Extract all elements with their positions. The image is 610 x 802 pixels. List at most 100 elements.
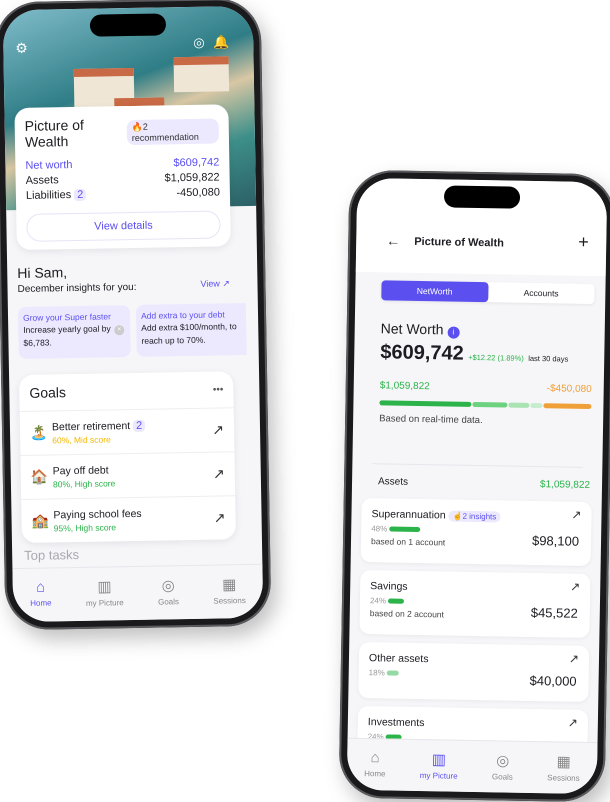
left-phone: ⚙ ◎ 🔔 Picture of Wealth 🔥2 recommendatio… — [0, 0, 272, 631]
tab-label: Home — [30, 598, 52, 608]
tab-home[interactable]: ⌂ Home — [364, 749, 386, 790]
asset-card[interactable]: Superannuation ☝️2 insights 48% based on 1… — [360, 497, 592, 566]
tab-sessions[interactable]: ▦ Sessions — [213, 575, 246, 619]
goal-name: Better retirement — [51, 419, 131, 433]
open-arrow-icon[interactable]: ↗ — [570, 580, 580, 594]
sessions-icon: ▦ — [556, 753, 571, 771]
open-arrow-icon[interactable]: ↗ — [569, 652, 579, 666]
asset-card[interactable]: Savings 24% based on 2 account ↗ $45,522 — [359, 569, 591, 638]
change-value: +$12.22 (1.89%) — [468, 352, 524, 363]
liabilities-total: -$450,080 — [546, 383, 592, 395]
tab-goals[interactable]: ◎ Goals — [158, 576, 180, 619]
bar-segment — [543, 403, 592, 409]
asset-pct: 18% — [368, 668, 385, 678]
tab-home[interactable]: ⌂ Home — [30, 578, 52, 621]
my-picture-icon: ▥ — [97, 578, 112, 596]
wealth-card: Picture of Wealth 🔥2 recommendation Net … — [14, 104, 231, 251]
wealth-screen: ← Picture of Wealth + NetWorth Accounts … — [346, 177, 608, 795]
back-button[interactable]: ← — [386, 232, 400, 248]
insights-badge[interactable]: ☝️2 insights — [448, 510, 501, 523]
tab-label: Sessions — [213, 596, 246, 606]
top-tasks-heading: Top tasks — [24, 546, 80, 563]
goal-item[interactable]: 🏝️ Better retirement 2 60%, Mid score ↗ — [19, 407, 235, 455]
insight-body: Add extra $100/month, to reach up to 70%… — [141, 321, 237, 346]
open-arrow-icon[interactable]: ↗ — [568, 716, 578, 730]
home-screen: ⚙ ◎ 🔔 Picture of Wealth 🔥2 recommendatio… — [2, 5, 264, 623]
insight-card[interactable]: Grow your Super faster Increase yearly g… — [17, 305, 131, 360]
goal-item[interactable]: 🏫 Paying school fees 95%, High score ↗ — [21, 495, 236, 543]
goal-name: Paying school fees — [53, 507, 142, 521]
tab-bar: ⌂ Home ▥ my Picture ◎ Goals ▦ Sessions — [346, 737, 598, 795]
based-on-text: Based on real-time data. — [379, 413, 483, 427]
info-icon[interactable]: i — [447, 326, 460, 339]
asset-value: $45,522 — [530, 604, 578, 621]
page-title: Picture of Wealth — [414, 235, 504, 250]
bar-segment — [379, 400, 471, 407]
net-worth-label: Net Worth — [380, 320, 444, 338]
asset-name: Other assets — [368, 652, 429, 666]
asset-card[interactable]: Other assets 18% ↗ $40,000 — [358, 641, 590, 702]
open-arrow-icon[interactable]: ↗ — [212, 421, 224, 438]
bar-segment — [471, 401, 508, 408]
tab-my-picture[interactable]: ▥ my Picture — [85, 577, 124, 621]
tab-networth[interactable]: NetWorth — [381, 280, 489, 303]
tab-bar: ⌂ Home ▥ my Picture ◎ Goals ▦ Sessions — [12, 563, 264, 623]
home-icon: ⌂ — [35, 578, 46, 596]
bar-segment — [508, 402, 530, 408]
asset-share-bar — [386, 670, 399, 677]
asset-value: $40,000 — [529, 672, 577, 689]
asset-share-bar — [389, 526, 421, 533]
dynamic-island — [89, 13, 167, 37]
insights-title: December insights for you: — [17, 281, 137, 296]
divider — [372, 463, 583, 468]
asset-name: Superannuation — [371, 508, 446, 522]
tab-my-picture[interactable]: ▥ my Picture — [420, 750, 459, 792]
dismiss-icon[interactable]: × — [114, 325, 125, 336]
recommendation-badge[interactable]: 🔥2 recommendation — [126, 117, 220, 145]
dynamic-island — [443, 185, 521, 209]
assets-label: Assets — [377, 476, 409, 488]
view-details-button[interactable]: View details — [26, 210, 221, 242]
goals-icon: ◎ — [495, 752, 510, 770]
goals-icon: ◎ — [161, 577, 175, 595]
profile-icon[interactable]: ◎ — [193, 35, 205, 51]
goals-title: Goals — [29, 384, 67, 401]
net-worth-value: $609,742 — [380, 341, 464, 365]
assets-value: $1,059,822 — [164, 171, 220, 185]
open-arrow-icon[interactable]: ↗ — [214, 509, 226, 526]
goal-name: Pay off debt — [52, 463, 109, 477]
tab-accounts[interactable]: Accounts — [488, 282, 595, 304]
home-icon: ⌂ — [370, 749, 380, 767]
goal-score: 60%, Mid score — [52, 433, 111, 445]
tab-label: my Picture — [419, 771, 458, 781]
goal-score: 95%, High score — [53, 521, 117, 533]
open-arrow-icon[interactable]: ↗ — [571, 508, 581, 522]
tab-label: Home — [364, 769, 386, 779]
tab-label: my Picture — [85, 598, 124, 608]
add-button[interactable]: + — [578, 232, 589, 253]
net-worth-label: Net worth — [25, 159, 73, 172]
change-period: last 30 days — [528, 353, 569, 364]
open-arrow-icon[interactable]: ↗ — [213, 465, 225, 482]
liabilities-label: Liabilities — [25, 189, 72, 202]
insight-body: Increase yearly goal by $6,783. — [23, 323, 111, 348]
goal-item[interactable]: 🏠 Pay off debt 80%, High score ↗ — [20, 451, 236, 499]
liabilities-value: -450,080 — [176, 186, 220, 200]
asset-pct: 48% — [371, 524, 388, 534]
goal-badge: 2 — [132, 419, 146, 432]
net-worth-value: $609,742 — [173, 156, 220, 170]
asset-share-bar — [387, 598, 404, 605]
gear-icon[interactable]: ⚙ — [15, 40, 28, 57]
assets-value: $1,059,822 — [539, 479, 591, 491]
asset-value: $98,100 — [531, 532, 580, 549]
bell-icon[interactable]: 🔔 — [213, 34, 229, 50]
tab-goals[interactable]: ◎ Goals — [492, 751, 514, 792]
greeting: Hi Sam, — [17, 264, 68, 282]
insight-card[interactable]: Add extra to your debt Add extra $100/mo… — [135, 303, 247, 357]
tab-sessions[interactable]: ▦ Sessions — [547, 752, 580, 794]
net-worth-bar — [379, 400, 592, 409]
bar-segment — [530, 402, 543, 409]
more-icon[interactable]: ••• — [213, 384, 224, 395]
view-insights-link[interactable]: View ↗ — [200, 278, 230, 290]
goal-icon: 🏠 — [30, 468, 49, 485]
